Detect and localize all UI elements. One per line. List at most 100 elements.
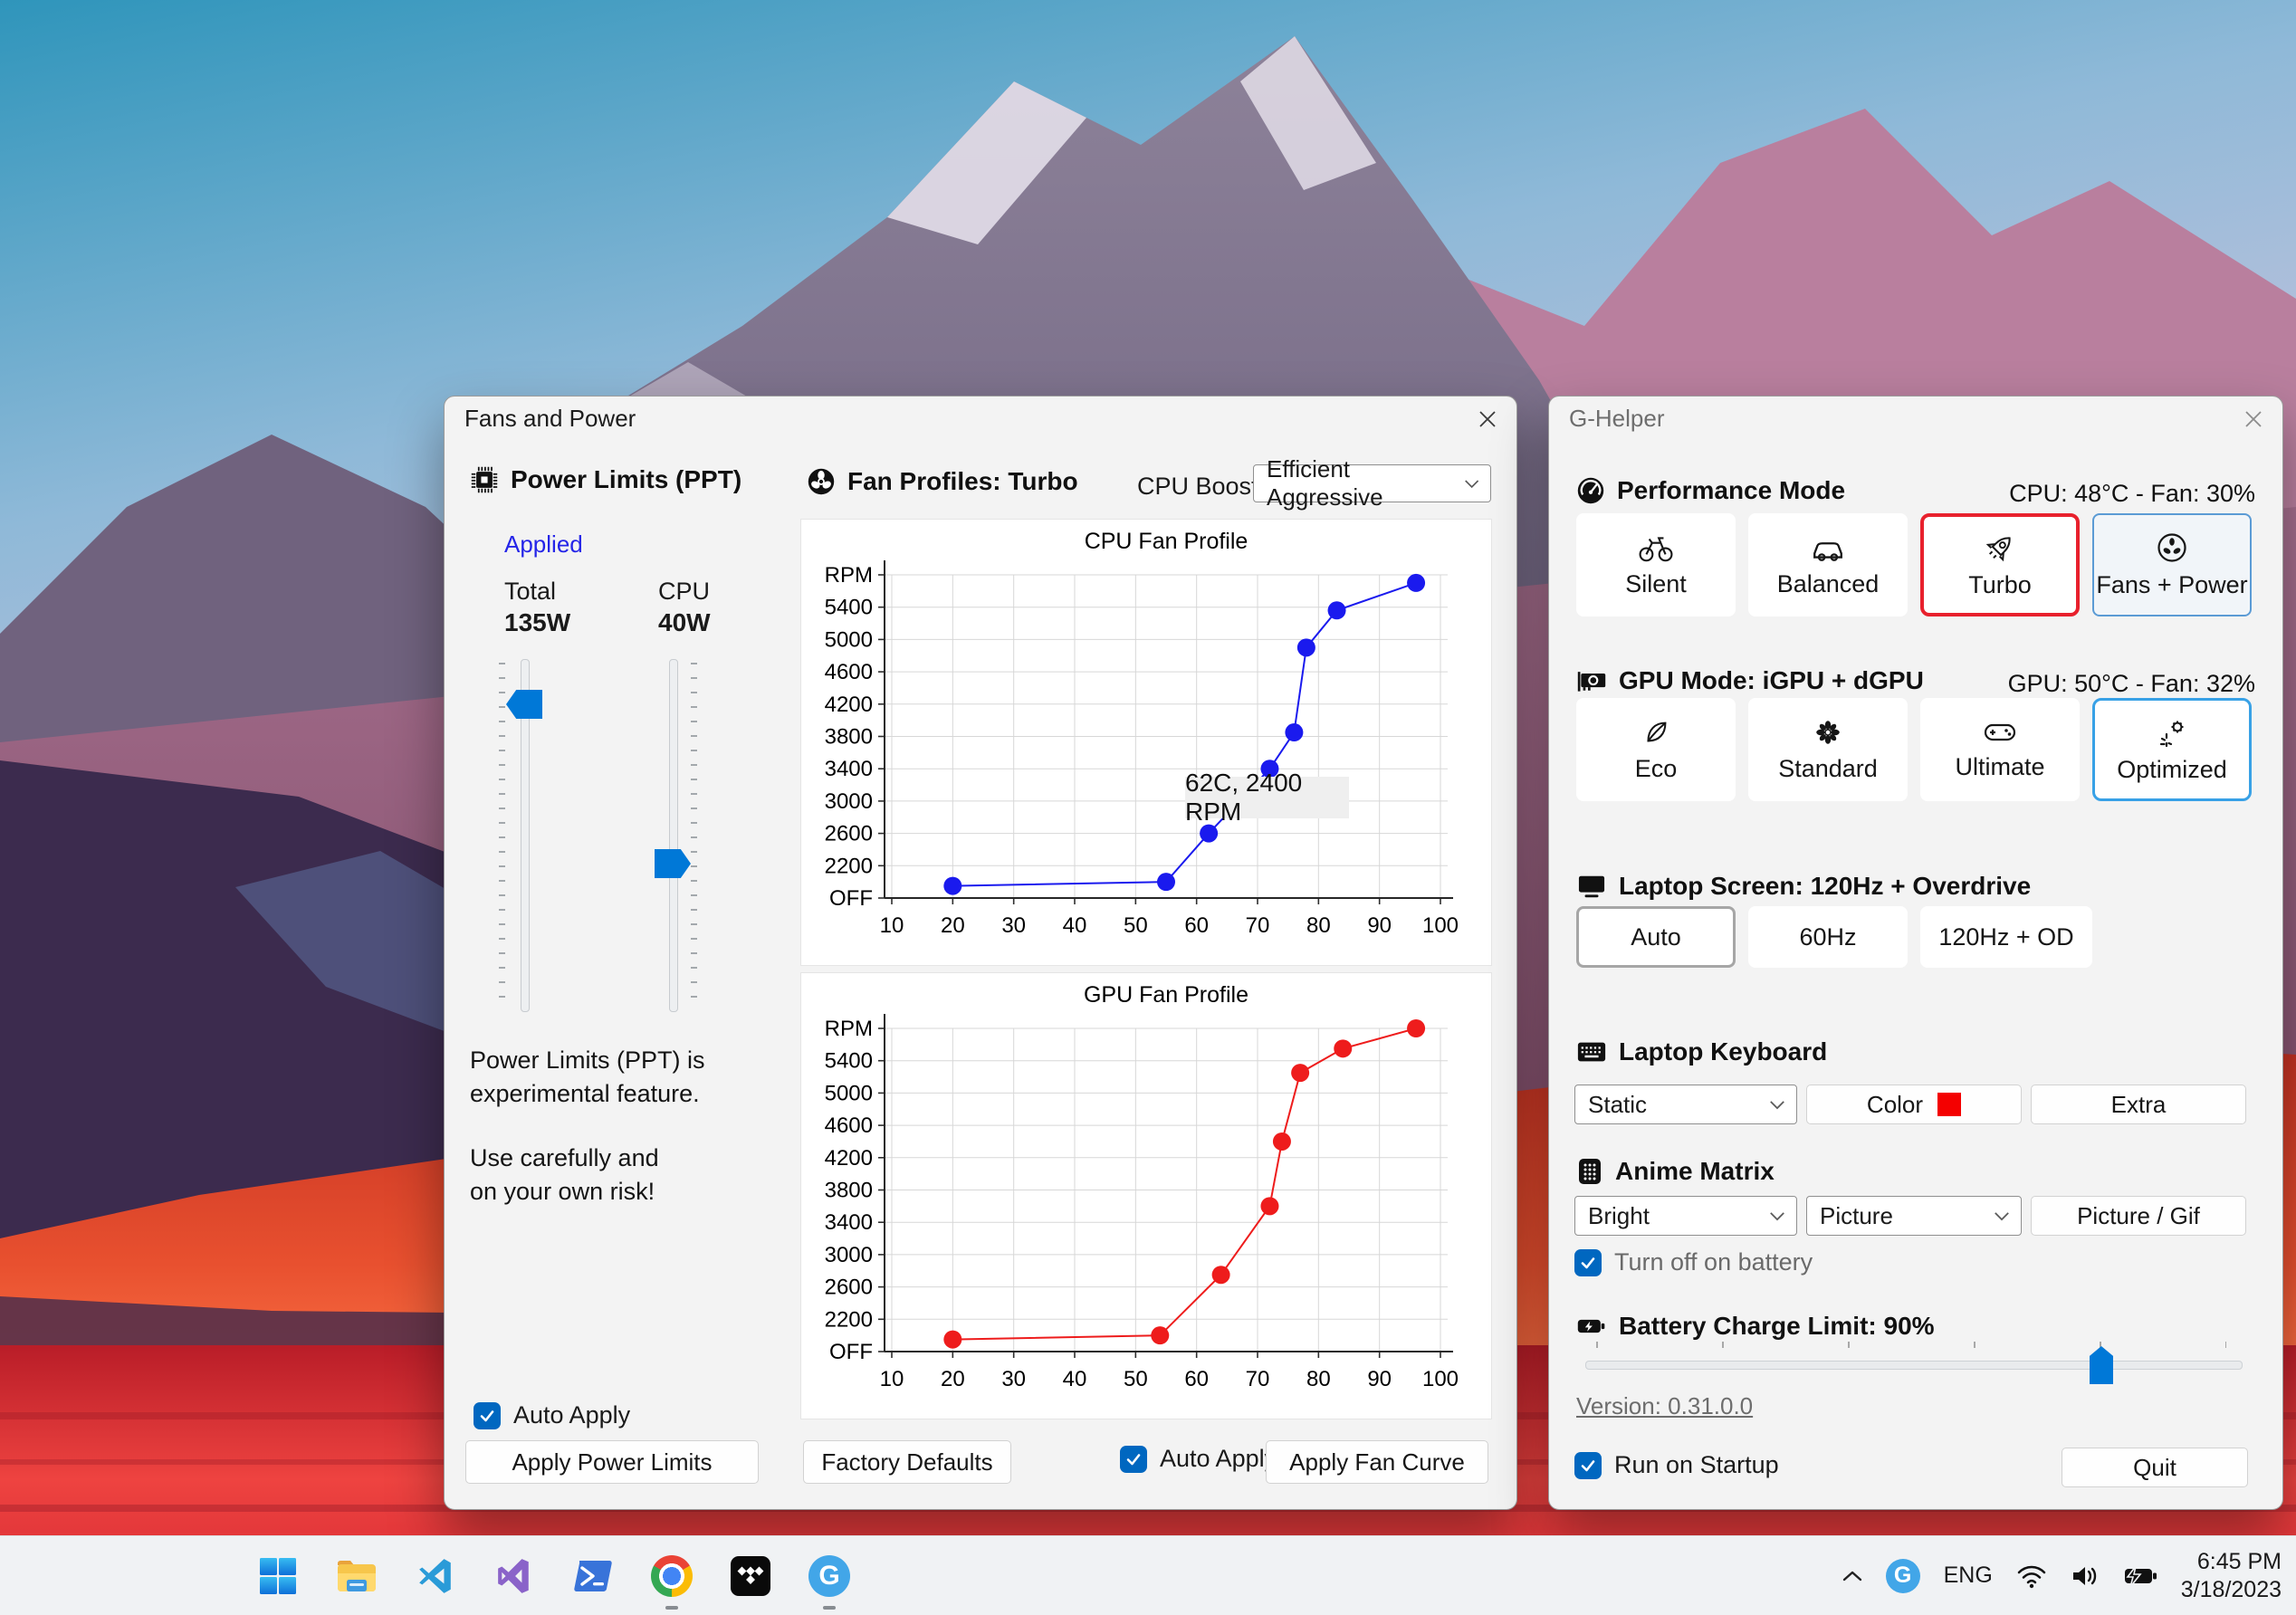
apply-power-limits-button[interactable]: Apply Power Limits <box>465 1440 759 1484</box>
svg-text:3400: 3400 <box>825 1210 873 1235</box>
powershell-icon <box>574 1560 612 1591</box>
quit-button[interactable]: Quit <box>2062 1448 2248 1487</box>
optimized-gpu-button[interactable]: Optimized <box>2092 698 2252 801</box>
ghelper-icon: G <box>808 1554 850 1597</box>
screen-auto-label: Auto <box>1631 922 1681 951</box>
taskbar-clock[interactable]: 6:45 PM 3/18/2023 <box>2181 1548 2282 1604</box>
keyboard-icon <box>1577 1042 1606 1062</box>
fans-close-button[interactable] <box>1471 403 1504 435</box>
volume-icon[interactable] <box>2071 1563 2100 1589</box>
version-link[interactable]: Version: 0.31.0.0 <box>1576 1392 1753 1420</box>
cpu-power-slider[interactable] <box>669 659 678 1012</box>
gpu-buttons-row: Eco Standard Ultimate Optimized <box>1576 698 2253 801</box>
screen-60hz-button[interactable]: 60Hz <box>1748 906 1908 968</box>
factory-defaults-label: Factory Defaults <box>821 1448 993 1476</box>
matrix-mode-dropdown[interactable]: Picture <box>1806 1196 2022 1236</box>
fans-titlebar[interactable]: Fans and Power <box>445 397 1516 440</box>
matrix-mode-value: Picture <box>1820 1201 1893 1229</box>
keyboard-extra-button[interactable]: Extra <box>2031 1085 2246 1124</box>
laptop-keyboard-heading: Laptop Keyboard <box>1619 1037 1828 1066</box>
cpu-boost-value: Efficient Aggressive <box>1267 455 1383 511</box>
battery-tray-icon[interactable] <box>2123 1564 2157 1588</box>
silent-mode-button[interactable]: Silent <box>1576 513 1736 616</box>
svg-text:30: 30 <box>1001 1367 1026 1391</box>
keyboard-mode-dropdown[interactable]: Static <box>1574 1085 1797 1124</box>
system-tray: G ENG 6:45 PM 3/18/2023 <box>1842 1536 2282 1615</box>
svg-text:20: 20 <box>941 913 965 938</box>
screen-120hz-od-button[interactable]: 120Hz + OD <box>1920 906 2092 968</box>
keyboard-color-button[interactable]: Color <box>1806 1085 2022 1124</box>
matrix-brightness-dropdown[interactable]: Bright <box>1574 1196 1797 1236</box>
cpu-boost-label: CPU Boost <box>1137 473 1258 500</box>
fan-profiles-heading-row: Fan Profiles: Turbo <box>807 467 1078 496</box>
matrix-picture-gif-button[interactable]: Picture / Gif <box>2031 1196 2246 1236</box>
total-watts-value: 135W <box>504 608 571 636</box>
power-limits-heading: Power Limits (PPT) <box>511 465 742 493</box>
apply-fan-curve-label: Apply Fan Curve <box>1289 1448 1465 1476</box>
fans-power-mode-button[interactable]: Fans + Power <box>2092 513 2252 616</box>
gamepad-icon <box>1984 723 2016 741</box>
g-helper-window: G-Helper Performance Mode CPU: 48°C - Fa… <box>1548 396 2283 1510</box>
vscode-button[interactable] <box>414 1554 457 1598</box>
power-auto-apply-checkbox[interactable] <box>474 1401 501 1429</box>
language-indicator[interactable]: ENG <box>1944 1562 1993 1589</box>
svg-text:RPM: RPM <box>825 1017 873 1041</box>
cpu-fan-chart[interactable]: OFF 2200 2600 3000 3400 3800 4200 4600 5000 5400 R… <box>800 519 1492 966</box>
cpu-temp-fan-status: CPU: 48°C - Fan: 30% <box>2009 480 2255 507</box>
chrome-button[interactable] <box>650 1554 694 1610</box>
svg-text:4200: 4200 <box>825 693 873 717</box>
cpu-boost-dropdown[interactable]: Efficient Aggressive <box>1253 455 1491 511</box>
warning-line-1: Power Limits (PPT) is <box>470 1046 705 1074</box>
battery-charge-slider-thumb[interactable] <box>2090 1346 2113 1384</box>
svg-text:4600: 4600 <box>825 660 873 684</box>
start-button[interactable] <box>256 1554 300 1598</box>
battery-charge-heading: Battery Charge Limit: 90% <box>1619 1312 1935 1340</box>
run-on-startup-label: Run on Startup <box>1614 1451 1779 1478</box>
eco-gpu-button[interactable]: Eco <box>1576 698 1736 801</box>
fans-power-label: Fans + Power <box>2096 570 2248 598</box>
total-power-slider-thumb[interactable] <box>506 690 542 719</box>
svg-text:80: 80 <box>1306 1367 1331 1391</box>
svg-text:5000: 5000 <box>825 1081 873 1105</box>
factory-defaults-button[interactable]: Factory Defaults <box>803 1440 1011 1484</box>
run-on-startup-checkbox[interactable] <box>1574 1451 1602 1479</box>
cpu-chip-icon <box>471 466 498 493</box>
wifi-icon[interactable] <box>2016 1563 2047 1589</box>
speedometer-icon <box>1577 477 1604 504</box>
svg-text:2600: 2600 <box>825 1276 873 1300</box>
power-auto-apply-row[interactable]: Auto Apply <box>474 1401 630 1429</box>
ultimate-gpu-button[interactable]: Ultimate <box>1920 698 2080 801</box>
turn-off-on-battery-checkbox[interactable] <box>1574 1248 1602 1276</box>
balanced-mode-button[interactable]: Balanced <box>1748 513 1908 616</box>
screen-auto-button[interactable]: Auto <box>1576 906 1736 968</box>
ghelper-titlebar[interactable]: G-Helper <box>1549 397 2282 440</box>
screen-60hz-label: 60Hz <box>1799 922 1857 951</box>
tray-chevron-up-icon[interactable] <box>1842 1570 1862 1582</box>
battery-charge-slider[interactable] <box>1585 1361 2243 1370</box>
turbo-mode-button[interactable]: Turbo <box>1920 513 2080 616</box>
tidal-icon <box>731 1555 770 1596</box>
apply-fan-curve-button[interactable]: Apply Fan Curve <box>1266 1440 1488 1484</box>
power-limits-heading-row: Power Limits (PPT) <box>470 465 741 494</box>
svg-text:50: 50 <box>1124 1367 1148 1391</box>
tidal-button[interactable] <box>729 1554 772 1598</box>
fan-auto-apply-row[interactable]: Auto Apply <box>1120 1445 1277 1473</box>
file-explorer-button[interactable] <box>335 1554 378 1598</box>
matrix-picture-gif-label: Picture / Gif <box>2077 1201 2200 1229</box>
standard-gpu-button[interactable]: Standard <box>1748 698 1908 801</box>
cpu-power-slider-thumb[interactable] <box>655 849 691 878</box>
powershell-button[interactable] <box>571 1554 615 1598</box>
ghelper-close-button[interactable] <box>2237 403 2270 435</box>
performance-mode-heading-row: Performance Mode <box>1576 476 1845 505</box>
visual-studio-button[interactable] <box>493 1554 536 1598</box>
ghelper-taskbar-button[interactable]: G <box>808 1554 851 1610</box>
svg-text:GPU Fan Profile: GPU Fan Profile <box>1084 982 1248 1008</box>
fan-auto-apply-checkbox[interactable] <box>1120 1445 1147 1473</box>
fan-auto-apply-label: Auto Apply <box>1160 1445 1277 1472</box>
laptop-screen-heading-row: Laptop Screen: 120Hz + Overdrive <box>1576 872 2031 901</box>
ghelper-tray-icon[interactable]: G <box>1885 1558 1920 1593</box>
power-limits-applied-status[interactable]: Applied <box>504 530 583 559</box>
matrix-battery-checkbox-row[interactable]: Turn off on battery <box>1574 1248 1813 1276</box>
gpu-fan-chart[interactable]: OFF 2200 2600 3000 3400 3800 4200 4600 5000 5400 R… <box>800 972 1492 1419</box>
run-on-startup-row[interactable]: Run on Startup <box>1574 1451 1779 1479</box>
